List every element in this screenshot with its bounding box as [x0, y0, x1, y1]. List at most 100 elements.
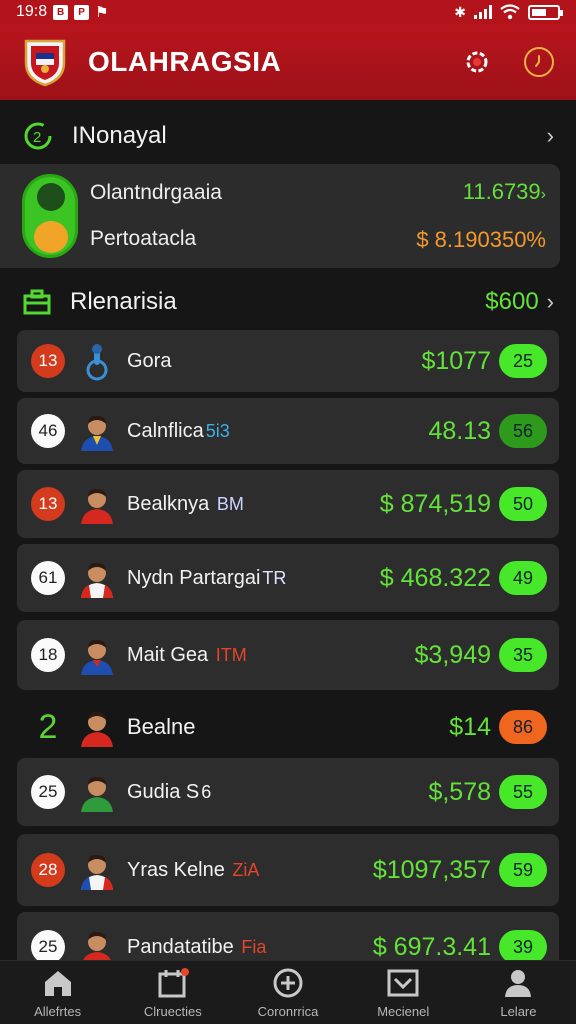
nav-item-home[interactable]: Allefrtes	[0, 961, 115, 1024]
flag-icon: ⚑	[95, 4, 109, 21]
timer-icon	[535, 55, 540, 67]
list-item[interactable]: 13 Gora $1077 25	[17, 330, 559, 392]
section-amount-2: $600	[485, 288, 539, 315]
nav-label: Allefrtes	[34, 1004, 82, 1019]
list-item[interactable]: 25 Gudia S6 $,578 55	[17, 758, 559, 826]
player-avatar	[81, 415, 113, 451]
rank-badge: 25	[31, 930, 65, 964]
profile-icon	[505, 970, 532, 997]
player-money: $ 697.3.41	[372, 932, 491, 961]
nav-item-calendar[interactable]: Clruecties	[115, 961, 230, 1024]
player-avatar	[81, 488, 113, 524]
list-item[interactable]: 28 Yras Kelne ZiA $1097,357 59	[17, 834, 559, 906]
list-item[interactable]: 61 Nydn Partargai TR $ 468.322 49	[17, 544, 559, 612]
player-money: $1077	[421, 346, 491, 375]
player-money: 48.13	[428, 416, 491, 445]
summary-value-2: $ 8.190350%	[416, 227, 546, 252]
player-money: $ 468.322	[379, 563, 491, 592]
player-money: $14	[449, 712, 491, 741]
signal-icon	[474, 5, 492, 19]
chevron-right-icon: ›	[546, 289, 554, 314]
player-name: Gora	[127, 349, 172, 372]
nav-item-profile[interactable]: Lelare	[461, 961, 576, 1024]
bottom-nav: Allefrtes Clruecties Coronrrica Mecienel…	[0, 960, 576, 1024]
home-icon	[44, 971, 71, 996]
player-money: $ 874,519	[379, 489, 491, 518]
nav-label: Clruecties	[143, 1004, 202, 1019]
player-name: Gudia S6	[127, 780, 212, 803]
refresh-icon: 2	[24, 122, 52, 150]
rank-badge: 61	[31, 561, 65, 595]
score-badge: 55	[499, 775, 547, 809]
section-title-1: INonayal	[72, 122, 167, 149]
crest-logo	[24, 39, 66, 87]
list-item[interactable]: 18 Mait Gea ITM $3,949 35	[17, 620, 559, 690]
app-title: OLAHRAGSIA	[88, 46, 282, 77]
status-time: 19:8	[16, 3, 48, 20]
summary-value-1: 11.6739›	[462, 179, 546, 204]
player-avatar	[81, 776, 113, 812]
summary-name-2: Pertoatacla	[90, 227, 197, 250]
rank-badge: 25	[31, 775, 65, 809]
briefcase-icon	[23, 289, 51, 315]
team-avatar	[22, 174, 78, 258]
player-avatar	[81, 711, 113, 747]
list-item[interactable]: 2 Bealne $14 86	[17, 698, 559, 756]
rank-badge: 13	[31, 344, 65, 378]
player-name: Calnflica 5i3	[127, 419, 230, 442]
add-circle-icon	[273, 968, 303, 998]
player-avatar	[81, 639, 113, 675]
player-avatar	[81, 854, 113, 890]
score-badge: 50	[499, 487, 547, 521]
score-badge: 56	[499, 414, 547, 448]
summary-name-1: Olantndrgaaia	[90, 181, 222, 204]
section-title-2: Rlenarisia	[70, 288, 177, 315]
timer-button[interactable]	[524, 47, 554, 77]
battery-icon	[528, 4, 563, 20]
player-money: $1097,357	[372, 855, 491, 884]
score-badge: 35	[499, 638, 547, 672]
score-badge: 49	[499, 561, 547, 595]
joystick-icon	[86, 344, 108, 381]
svg-text:2: 2	[33, 129, 41, 146]
nav-item-inbox[interactable]: Mecienel	[346, 961, 461, 1024]
section-header-2[interactable]: Rlenarisia $600 ›	[0, 276, 576, 328]
player-money: $,578	[428, 777, 491, 806]
player-name: Mait Gea ITM	[127, 643, 247, 666]
msg-icon: B	[53, 4, 69, 20]
inbox-icon	[387, 969, 419, 997]
list-item[interactable]: 13 Bealknya BM $ 874,519 50	[17, 470, 559, 538]
rank-badge: 46	[31, 414, 65, 448]
record-icon	[466, 51, 488, 73]
section-header-1[interactable]: 2 INonayal ›	[0, 108, 576, 164]
nav-label: Coronrrica	[257, 1004, 319, 1019]
player-name: Bealknya BM	[127, 492, 244, 515]
app-header: OLAHRAGSIA	[0, 24, 576, 100]
summary-card[interactable]: Olantndrgaaia Pertoatacla 11.6739› $ 8.1…	[0, 164, 560, 268]
nav-label: Mecienel	[377, 1004, 430, 1019]
rank-badge: 28	[31, 853, 65, 887]
score-badge: 86	[499, 710, 547, 744]
status-bar: 19:8 B P ⚑ ✱	[0, 0, 576, 24]
player-name: Yras Kelne ZiA	[127, 858, 260, 881]
player-name: Nydn Partargai TR	[127, 566, 287, 589]
record-button[interactable]	[462, 47, 492, 77]
wifi-icon	[500, 4, 520, 20]
nav-label: Lelare	[500, 1004, 537, 1019]
score-badge: 25	[499, 344, 547, 378]
rank-badge: 13	[31, 487, 65, 521]
rank-badge: 2	[38, 707, 58, 746]
nav-item-add[interactable]: Coronrrica	[230, 961, 345, 1024]
score-badge: 59	[499, 853, 547, 887]
player-avatar	[81, 562, 113, 598]
score-badge: 39	[499, 930, 547, 964]
list-item[interactable]: 46 Calnflica 5i3 48.13 56	[17, 398, 559, 464]
shield-icon: P	[74, 4, 90, 20]
bluetooth-icon: ✱	[454, 3, 466, 20]
player-name: Pandatatibe Fia	[127, 935, 267, 958]
player-name: Bealne	[127, 714, 196, 739]
chevron-right-icon: ›	[540, 186, 546, 203]
player-money: $3,949	[414, 640, 491, 669]
rank-badge: 18	[31, 638, 65, 672]
chevron-right-icon: ›	[546, 123, 554, 148]
